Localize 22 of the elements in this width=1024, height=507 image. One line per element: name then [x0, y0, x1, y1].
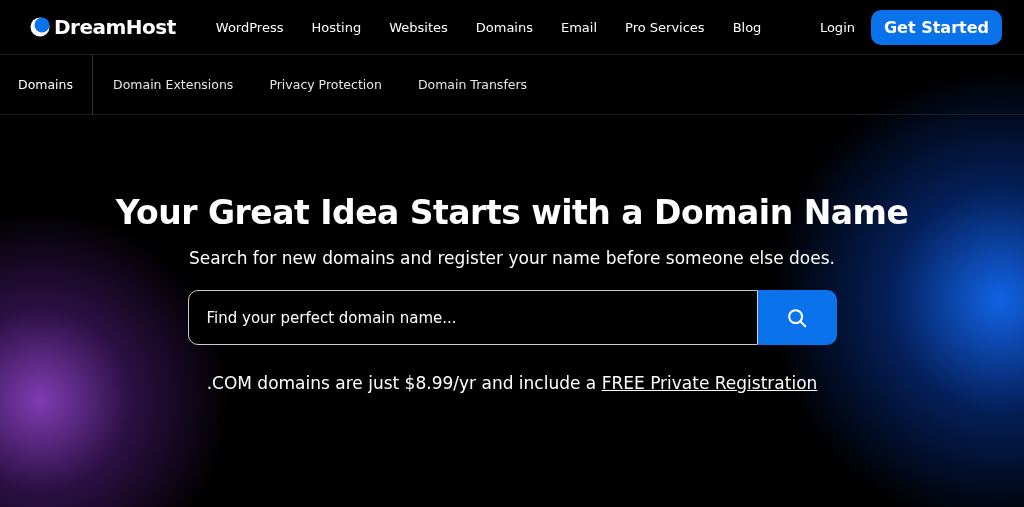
moon-logo-icon	[30, 17, 50, 37]
nav-link[interactable]: Blog	[718, 19, 776, 35]
login-link[interactable]: Login	[819, 19, 855, 35]
subnav-tab[interactable]: Privacy Protection	[251, 55, 400, 114]
logo-text[interactable]: DreamHost	[54, 15, 176, 39]
nav-link[interactable]: Hosting	[297, 19, 376, 35]
subnav-tab[interactable]: Domain Transfers	[399, 55, 546, 114]
promo-text: .COM domains are just $8.99/yr and include a FREE Private Registration	[206, 373, 818, 393]
nav-link[interactable]: Pro Services	[611, 19, 719, 35]
search-icon	[786, 306, 808, 329]
subnav-tab[interactable]: Domain Extensions	[95, 55, 252, 114]
domain-search-field[interactable]: Find your perfect domain name...	[187, 290, 758, 345]
subnav-tab[interactable]: Domains	[0, 55, 94, 114]
private-registration-link[interactable]: FREE Private Registration	[601, 373, 818, 393]
nav-link[interactable]: WordPress	[201, 19, 298, 35]
nav-link[interactable]: Email	[547, 19, 612, 35]
nav-link[interactable]: Domains	[461, 19, 547, 35]
hero-title: Your Great Idea Starts with a Domain Name	[115, 193, 909, 232]
nav-link[interactable]: Websites	[375, 19, 462, 35]
hero-subtitle: Search for new domains and register your name before someone else does.	[189, 248, 835, 268]
get-started-button[interactable]: Get Started	[871, 9, 1002, 45]
search-button[interactable]	[757, 290, 837, 345]
